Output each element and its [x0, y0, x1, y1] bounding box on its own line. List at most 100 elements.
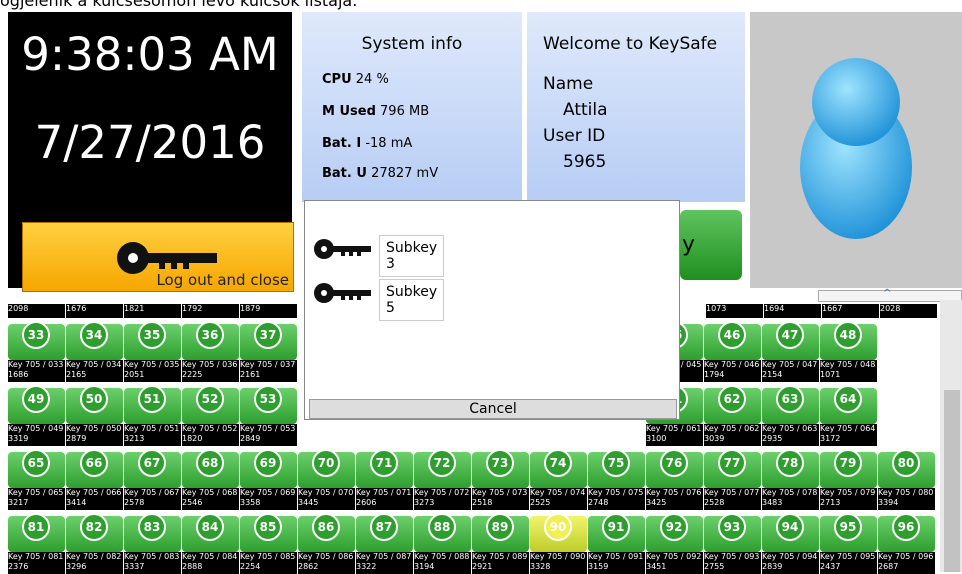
key-slot[interactable]: 73 Key 705 / 073 2518	[472, 446, 529, 510]
key-slot[interactable]: 77 Key 705 / 077 2528	[704, 446, 761, 510]
key-slot[interactable]: 75 Key 705 / 075 2748	[588, 446, 645, 510]
key-slot[interactable]: 80 Key 705 / 080 3394	[878, 446, 935, 510]
key-slot[interactable]: 92 Key 705 / 092 3451	[646, 510, 703, 574]
user-id-label: User ID	[543, 126, 606, 146]
key-slot[interactable]: 66 Key 705 / 066 3414	[66, 446, 123, 510]
key-slot[interactable]: 89 Key 705 / 089 2921	[472, 510, 529, 574]
key-slot-label: Key 705 / 037 2161	[240, 360, 297, 382]
key-slot-label: Key 705 / 069 3358	[240, 488, 297, 510]
key-slot-label: Key 705 / 066 3414	[66, 488, 123, 510]
key-slot[interactable]: 34 Key 705 / 034 2165	[66, 318, 123, 382]
key-slot[interactable]: 65 Key 705 / 065 3217	[8, 446, 65, 510]
key-slot-label: Key 705 / 095 2437	[820, 552, 877, 574]
key-slot[interactable]: 82 Key 705 / 082 3296	[66, 510, 123, 574]
bat-u-row: Bat. U 27827 mV	[322, 166, 439, 181]
key-slot-number: 68	[196, 449, 224, 477]
key-slot[interactable]: 88 Key 705 / 088 3194	[414, 510, 471, 574]
key-slot-number: 94	[776, 513, 804, 541]
key-slot-label: Key 705 / 081 2376	[8, 552, 65, 574]
system-info-panel: System info CPU 24 % M Used 796 MB Bat. …	[302, 12, 522, 202]
user-name: Attila	[563, 100, 608, 120]
key-slot[interactable]: 76 Key 705 / 076 3425	[646, 446, 703, 510]
key-slot-number: 86	[312, 513, 340, 541]
key-slot[interactable]: 48 Key 705 / 048 1071	[820, 318, 877, 382]
key-slot[interactable]: 71 Key 705 / 071 2606	[356, 446, 413, 510]
subkey-item[interactable]: Subkey 3	[313, 235, 445, 277]
key-slot-label: Key 705 / 082 3296	[66, 552, 123, 574]
key-slot-label: Key 705 / 092 3451	[646, 552, 703, 574]
key-slot-label: Key 705 / 035 2051	[124, 360, 181, 382]
key-slot[interactable]: 86 Key 705 / 086 2862	[298, 510, 355, 574]
key-slot[interactable]: 94 Key 705 / 094 2839	[762, 510, 819, 574]
key-slot[interactable]: 68 Key 705 / 068 2546	[182, 446, 239, 510]
key-slot-label: Key 705 / 053 2849	[240, 424, 297, 446]
slot-label: 1676	[66, 304, 123, 318]
key-slot[interactable]: 35 Key 705 / 035 2051	[124, 318, 181, 382]
key-slot-number: 90	[544, 513, 572, 541]
key-slot[interactable]: 95 Key 705 / 095 2437	[820, 510, 877, 574]
key-slot[interactable]: 84 Key 705 / 084 2888	[182, 510, 239, 574]
key-slot[interactable]: 69 Key 705 / 069 3358	[240, 446, 297, 510]
key-slot[interactable]: 81 Key 705 / 081 2376	[8, 510, 65, 574]
key-slot-label: Key 705 / 078 3483	[762, 488, 819, 510]
user-id: 5965	[563, 152, 607, 172]
key-slot[interactable]: 63 Key 705 / 063 2935	[762, 382, 819, 446]
key-slot[interactable]: 85 Key 705 / 085 2254	[240, 510, 297, 574]
key-slot-number: 85	[254, 513, 282, 541]
key-slot-label: Key 705 / 049 3319	[8, 424, 65, 446]
slot-label: 1073	[706, 304, 763, 318]
key-slot[interactable]: 87 Key 705 / 087 3322	[356, 510, 413, 574]
key-icon	[314, 239, 371, 259]
key-slot-number: 88	[428, 513, 456, 541]
key-slot[interactable]: 49 Key 705 / 049 3319	[8, 382, 65, 446]
key-slot[interactable]: 96 Key 705 / 096 2687	[878, 510, 935, 574]
key-slot[interactable]: 72 Key 705 / 072 3273	[414, 446, 471, 510]
key-slot-label: Key 705 / 062 3039	[704, 424, 761, 446]
key-slot-number: 36	[196, 321, 224, 349]
key-slot-label: Key 705 / 077 2528	[704, 488, 761, 510]
logout-button[interactable]: Log out and close	[22, 222, 294, 292]
key-slot-label: Key 705 / 094 2839	[762, 552, 819, 574]
key-slot[interactable]: 52 Key 705 / 052 1820	[182, 382, 239, 446]
key-slot-number: 78	[776, 449, 804, 477]
slot-label: 2028	[880, 304, 937, 318]
key-slot[interactable]: 51 Key 705 / 051 3213	[124, 382, 181, 446]
key-slot-number: 91	[602, 513, 630, 541]
key-slot[interactable]: 33 Key 705 / 033 1686	[8, 318, 65, 382]
slot-label: 1667	[822, 304, 879, 318]
key-slot-number: 72	[428, 449, 456, 477]
key-slot-number: 67	[138, 449, 166, 477]
cancel-button[interactable]: Cancel	[309, 399, 677, 419]
key-slot[interactable]: 78 Key 705 / 078 3483	[762, 446, 819, 510]
key-slot[interactable]: 74 Key 705 / 074 2525	[530, 446, 587, 510]
key-slot[interactable]: 83 Key 705 / 083 3337	[124, 510, 181, 574]
key-slot[interactable]: 79 Key 705 / 079 2713	[820, 446, 877, 510]
key-slot-number: 89	[486, 513, 514, 541]
key-slot-number: 83	[138, 513, 166, 541]
key-slot[interactable]: 36 Key 705 / 036 2225	[182, 318, 239, 382]
key-slot[interactable]: 53 Key 705 / 053 2849	[240, 382, 297, 446]
confirm-button[interactable]: y	[680, 210, 742, 280]
key-slot-number: 46	[718, 321, 746, 349]
key-slot-number: 66	[80, 449, 108, 477]
key-slot[interactable]: 50 Key 705 / 050 2879	[66, 382, 123, 446]
key-slot[interactable]: 70 Key 705 / 070 3445	[298, 446, 355, 510]
key-slot-number: 35	[138, 321, 166, 349]
scrollbar-thumb[interactable]	[944, 390, 960, 572]
slot-label: 1792	[182, 304, 239, 318]
key-slot[interactable]: 62 Key 705 / 062 3039	[704, 382, 761, 446]
key-slot[interactable]: 47 Key 705 / 047 2154	[762, 318, 819, 382]
key-slot[interactable]: 91 Key 705 / 091 3159	[588, 510, 645, 574]
subkey-item[interactable]: Subkey 5	[313, 279, 445, 321]
key-slot-number: 82	[80, 513, 108, 541]
key-slot-label: Key 705 / 091 3159	[588, 552, 645, 574]
key-slot[interactable]: 64 Key 705 / 064 3172	[820, 382, 877, 446]
key-slot-number: 93	[718, 513, 746, 541]
key-slot-label: Key 705 / 083 3337	[124, 552, 181, 574]
key-slot[interactable]: 90 Key 705 / 090 3328	[530, 510, 587, 574]
key-slot[interactable]: 37 Key 705 / 037 2161	[240, 318, 297, 382]
key-slot[interactable]: 93 Key 705 / 093 2755	[704, 510, 761, 574]
key-slot-number: 96	[892, 513, 920, 541]
key-slot[interactable]: 67 Key 705 / 067 2578	[124, 446, 181, 510]
key-slot[interactable]: 46 Key 705 / 046 1794	[704, 318, 761, 382]
